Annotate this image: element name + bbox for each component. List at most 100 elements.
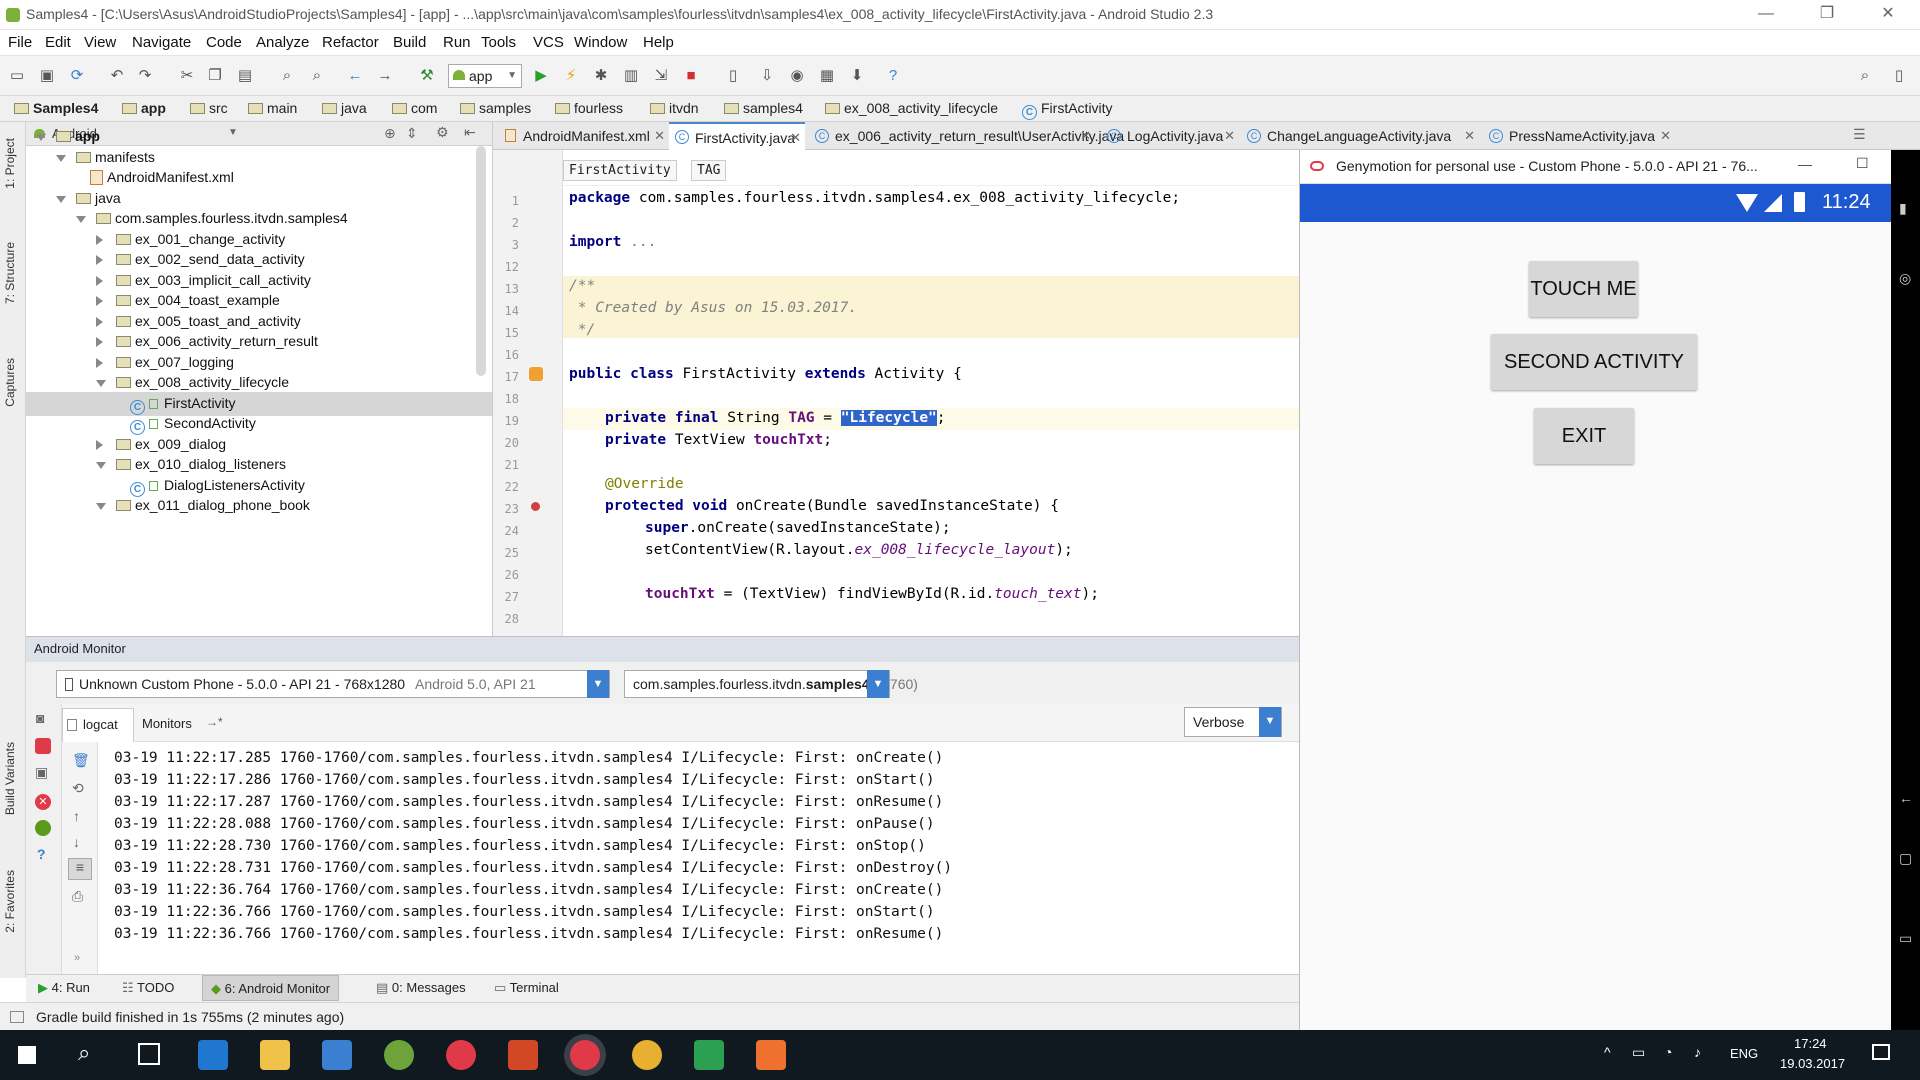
tab-run[interactable]: ▶ 4: Run — [38, 980, 90, 996]
editor-crumb-field[interactable]: TAG — [691, 160, 727, 181]
crumb-samples4-pkg[interactable]: samples4 — [724, 100, 803, 116]
event-log-icon[interactable]: ▯ — [1890, 67, 1908, 85]
status-toggle-icon[interactable] — [10, 1011, 24, 1023]
menu-edit[interactable]: Edit — [45, 34, 71, 51]
tray-chevron-icon[interactable]: ^ — [1604, 1044, 1611, 1060]
close-icon[interactable]: ✕ — [1080, 122, 1091, 150]
crumb-itvdn[interactable]: itvdn — [650, 100, 699, 116]
battery-tray-icon[interactable]: ▭ — [1632, 1044, 1645, 1061]
edge-icon[interactable] — [198, 1040, 228, 1070]
genymotion-taskbar-icon[interactable] — [446, 1040, 476, 1070]
system-info-icon[interactable]: ▣ — [35, 764, 48, 781]
structure-tool-tab[interactable]: 7: Structure — [3, 242, 17, 304]
task-view-icon[interactable] — [138, 1043, 160, 1065]
apply-changes-icon[interactable]: ⚡ — [562, 67, 580, 85]
minimize-icon[interactable]: — — [1756, 4, 1776, 24]
crumb-samples4[interactable]: Samples4 — [14, 100, 98, 116]
print-icon[interactable]: ⎙ — [72, 888, 83, 905]
project-structure-icon[interactable]: ▦ — [818, 67, 836, 85]
copy-icon[interactable]: ❐ — [206, 67, 224, 85]
chevron-down-icon[interactable]: ▼ — [867, 670, 889, 698]
log-level-select[interactable]: Verbose ▼ — [1184, 707, 1282, 737]
powerpoint-icon[interactable] — [508, 1040, 538, 1070]
help-icon[interactable]: ? — [884, 67, 902, 85]
close-icon[interactable]: ✕ — [1660, 122, 1671, 150]
genymotion-icon[interactable]: ◉ — [788, 67, 806, 85]
tree-item-ex011[interactable]: ex_011_dialog_phone_book — [90, 493, 310, 518]
close-icon[interactable]: ✕ — [1224, 122, 1235, 150]
tab-firstactivity[interactable]: C FirstActivity.java ✕ — [669, 122, 805, 150]
replace-icon[interactable]: ⌕ — [308, 67, 326, 85]
scrollbar[interactable] — [476, 146, 486, 376]
captures-tool-tab[interactable]: Captures — [3, 358, 17, 407]
run-icon[interactable]: ▶ — [532, 67, 550, 85]
sdk-manager-icon[interactable]: ⇩ — [758, 67, 776, 85]
exit-button[interactable]: EXIT — [1534, 408, 1634, 464]
taskbar-time[interactable]: 17:24 — [1794, 1036, 1827, 1051]
close-icon[interactable]: ✕ — [790, 124, 801, 152]
taskbar-date[interactable]: 19.03.2017 — [1780, 1056, 1845, 1071]
genymotion-active-icon[interactable] — [570, 1040, 600, 1070]
camtasia-icon[interactable] — [694, 1040, 724, 1070]
back-icon[interactable]: ← — [346, 67, 364, 85]
find-icon[interactable]: ⌕ — [278, 67, 296, 85]
tab-messages[interactable]: ▤ 0: Messages — [376, 980, 466, 996]
logcat-output[interactable]: 03-19 11:22:17.285 1760-1760/com.samples… — [98, 742, 1299, 974]
gps-widget-icon[interactable]: ◎ — [1899, 270, 1911, 287]
help-icon[interactable]: ? — [37, 846, 46, 862]
save-icon[interactable]: ▣ — [38, 67, 56, 85]
build-variants-tool-tab[interactable]: Build Variants — [3, 742, 17, 815]
crumb-ex008[interactable]: ex_008_activity_lifecycle — [825, 100, 998, 116]
menu-analyze[interactable]: Analyze — [256, 34, 309, 51]
search-everywhere-icon[interactable]: ⌕ — [1856, 67, 1874, 85]
paste-icon[interactable]: ▤ — [236, 67, 254, 85]
menu-code[interactable]: Code — [206, 34, 242, 51]
restart-icon[interactable]: ⟲ — [72, 780, 84, 797]
menu-build[interactable]: Build — [393, 34, 426, 51]
up-arrow-icon[interactable]: ↑ — [73, 808, 80, 824]
chevron-down-icon[interactable]: ▼ — [1259, 707, 1281, 737]
menu-nav-icon[interactable]: ▭ — [1899, 930, 1912, 947]
chevron-down-icon[interactable]: ▼ — [587, 670, 609, 698]
search-icon[interactable]: ⌕ — [78, 1040, 90, 1066]
network-tray-icon[interactable]: ◔ — [1664, 1044, 1672, 1060]
store-icon[interactable] — [322, 1040, 352, 1070]
crumb-src[interactable]: src — [190, 100, 228, 116]
file-explorer-icon[interactable] — [260, 1040, 290, 1070]
tab-todo[interactable]: ☷ TODO — [122, 980, 174, 996]
android-studio-taskbar-icon[interactable] — [384, 1040, 414, 1070]
menu-tools[interactable]: Tools — [481, 34, 516, 51]
menu-view[interactable]: View — [84, 34, 116, 51]
android-icon[interactable] — [35, 820, 51, 836]
avd-manager-icon[interactable]: ▯ — [724, 67, 742, 85]
chevron-down-icon[interactable]: ▼ — [228, 127, 238, 138]
tab-overflow-icon[interactable]: ☰ — [1853, 126, 1866, 143]
windows-start-icon[interactable] — [18, 1046, 36, 1064]
implements-gutter-icon[interactable] — [529, 367, 543, 381]
home-nav-icon[interactable]: ▢ — [1899, 850, 1912, 867]
crumb-firstactivity[interactable]: C FirstActivity — [1022, 100, 1113, 120]
close-icon[interactable]: ✕ — [654, 122, 665, 150]
open-folder-icon[interactable]: ▭ — [8, 67, 26, 85]
trash-icon[interactable]: 🗑 — [72, 752, 90, 769]
undo-icon[interactable]: ↶ — [108, 67, 126, 85]
forward-icon[interactable]: → — [376, 67, 394, 85]
download-icon[interactable]: ⬇ — [848, 67, 866, 85]
tab-android-monitor[interactable]: ◆ 6: Android Monitor — [202, 975, 340, 1001]
tab-changelanguage[interactable]: C ChangeLanguageActivity.java ✕ — [1241, 122, 1479, 150]
tab-pressname[interactable]: C PressNameActivity.java ✕ — [1483, 122, 1675, 150]
redo-icon[interactable]: ↷ — [136, 67, 154, 85]
close-icon[interactable]: ✕ — [1878, 4, 1898, 24]
screen-record-icon[interactable] — [35, 738, 51, 754]
touch-me-button[interactable]: TOUCH ME — [1529, 261, 1638, 317]
process-select[interactable]: com.samples.fourless.itvdn.samples4 (176… — [624, 670, 918, 698]
crumb-java[interactable]: java — [322, 100, 367, 116]
tab-logactivity[interactable]: C LogActivity.java ✕ — [1101, 122, 1239, 150]
battery-widget-icon[interactable]: ▮ — [1899, 200, 1907, 217]
device-select[interactable]: Unknown Custom Phone - 5.0.0 - API 21 - … — [56, 670, 610, 698]
gear-icon[interactable]: ⚙ — [436, 124, 449, 141]
tab-useractivity[interactable]: Cex_006_activity_return_result\UserActiv… — [809, 122, 1124, 150]
favorites-tool-tab[interactable]: 2: Favorites — [3, 870, 17, 933]
attach-debugger-icon[interactable]: ⇲ — [652, 67, 670, 85]
close-icon[interactable]: ✕ — [1464, 122, 1475, 150]
